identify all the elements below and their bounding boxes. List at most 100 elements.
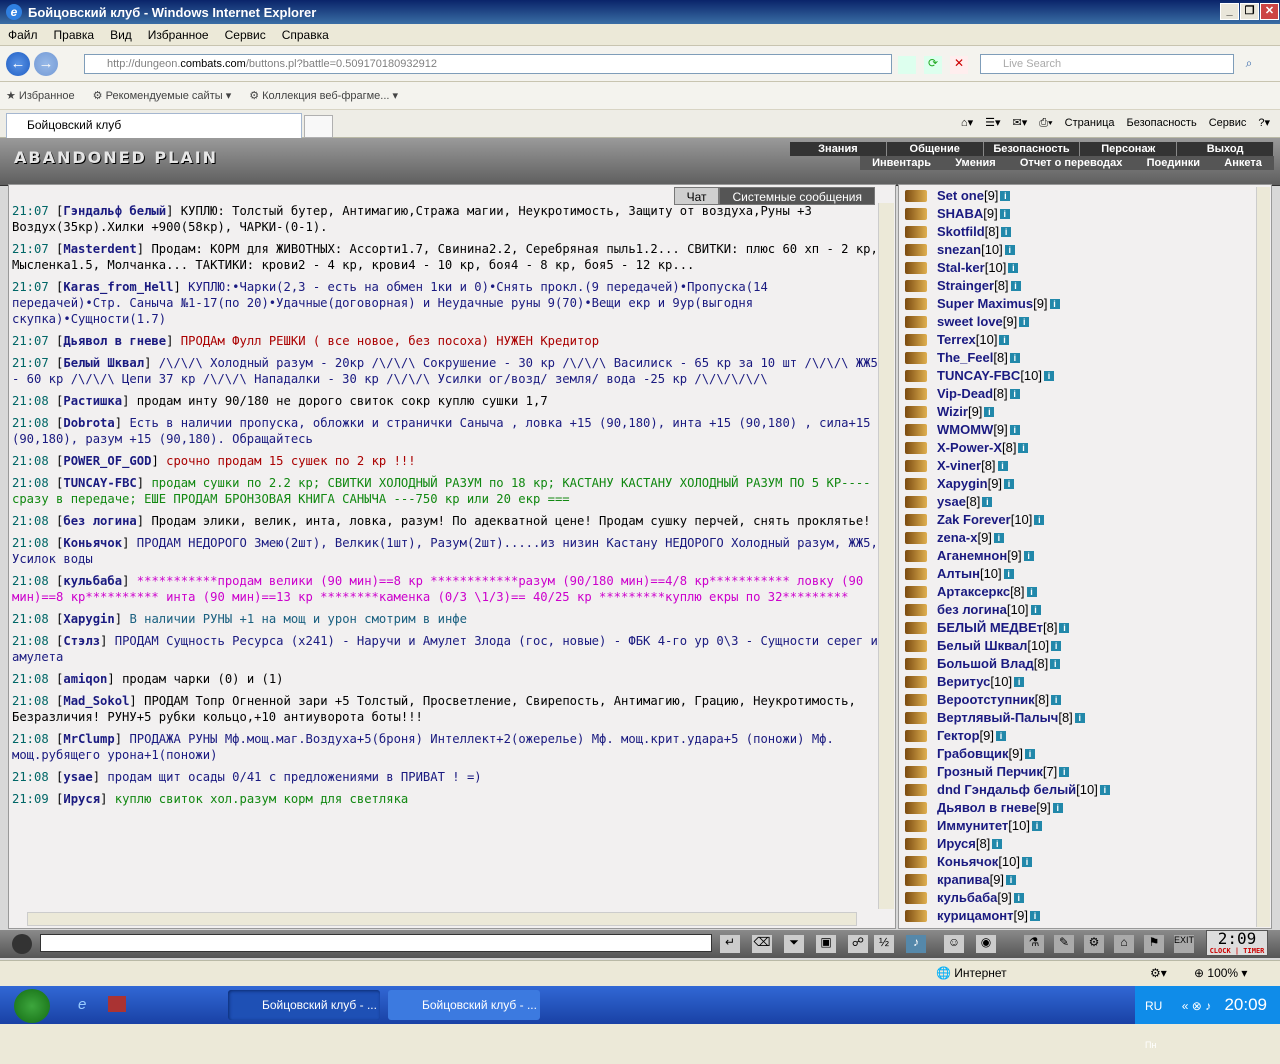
user-name[interactable]: snezan xyxy=(937,241,981,259)
chat-nick[interactable]: Белый Шквал xyxy=(63,356,144,370)
user-name[interactable]: Xapygin xyxy=(937,475,988,493)
user-name[interactable]: курицамонт xyxy=(937,907,1013,925)
info-icon[interactable]: i xyxy=(1009,389,1020,399)
user-row[interactable]: Иммунитет [10] i xyxy=(905,817,1255,835)
private-message-icon[interactable] xyxy=(905,388,927,400)
new-tab-button[interactable] xyxy=(304,115,333,138)
menu-help[interactable]: Справка xyxy=(282,28,329,42)
user-row[interactable]: WMOMW [9] i xyxy=(905,421,1255,439)
tool-5-icon[interactable]: ⚑ xyxy=(1144,935,1164,953)
info-icon[interactable]: i xyxy=(1049,299,1060,309)
filter-icon[interactable]: ⏷ xyxy=(784,935,804,953)
private-message-icon[interactable] xyxy=(905,316,927,328)
private-message-icon[interactable] xyxy=(905,190,927,202)
user-name[interactable]: SHABA xyxy=(937,205,983,223)
private-message-icon[interactable] xyxy=(905,478,927,490)
private-message-icon[interactable] xyxy=(905,676,927,688)
tool-2-icon[interactable]: ✎ xyxy=(1054,935,1074,953)
private-message-icon[interactable] xyxy=(905,712,927,724)
info-icon[interactable]: i xyxy=(1024,749,1035,759)
user-row[interactable]: snezan [10] i xyxy=(905,241,1255,259)
chat-nick[interactable]: без логина xyxy=(63,514,136,528)
user-row[interactable]: SHABA [9] i xyxy=(905,205,1255,223)
search-icon[interactable]: ⌕ xyxy=(1240,56,1258,74)
favorites-button[interactable]: ★ Избранное xyxy=(6,89,75,102)
user-name[interactable]: без логина xyxy=(937,601,1007,619)
save-icon[interactable]: ▣ xyxy=(816,935,836,953)
user-name[interactable]: Иммунитет xyxy=(937,817,1008,835)
menu-view[interactable]: Вид xyxy=(110,28,132,42)
menu-inventory[interactable]: Инвентарь xyxy=(872,156,931,170)
user-row[interactable]: zena-x [9] i xyxy=(905,529,1255,547)
user-name[interactable]: Алтын xyxy=(937,565,980,583)
info-icon[interactable]: i xyxy=(993,533,1004,543)
info-icon[interactable]: i xyxy=(1099,785,1110,795)
user-name[interactable]: Большой Влад xyxy=(937,655,1034,673)
private-message-icon[interactable] xyxy=(905,892,927,904)
user-name[interactable]: Грозный Перчик xyxy=(937,763,1043,781)
print-icon[interactable]: ⎙▾ xyxy=(1039,114,1052,132)
private-message-icon[interactable] xyxy=(905,748,927,760)
private-message-icon[interactable] xyxy=(905,208,927,220)
chat-nick[interactable]: TUNCAY-FBC xyxy=(63,476,136,490)
fraction-icon[interactable]: ½ xyxy=(874,935,894,953)
private-message-icon[interactable] xyxy=(905,658,927,670)
user-row[interactable]: Вероотступник [8] i xyxy=(905,691,1255,709)
private-message-icon[interactable] xyxy=(905,604,927,616)
info-icon[interactable]: i xyxy=(999,335,1010,345)
info-icon[interactable]: i xyxy=(1074,713,1085,723)
info-icon[interactable]: i xyxy=(1014,677,1025,687)
tool-3-icon[interactable]: ⚙ xyxy=(1084,935,1104,953)
menu-file[interactable]: Файл xyxy=(8,28,38,42)
info-icon[interactable]: i xyxy=(1004,479,1015,489)
private-message-icon[interactable] xyxy=(905,352,927,364)
user-name[interactable]: Skotfild xyxy=(937,223,985,241)
user-name[interactable]: Грабовщик xyxy=(937,745,1008,763)
user-row[interactable]: БЕЛЫЙ МЕДВЕт [8] i xyxy=(905,619,1255,637)
user-row[interactable]: Аганемнон [9] i xyxy=(905,547,1255,565)
home-icon[interactable]: ⌂▾ xyxy=(961,114,973,132)
chat-nick[interactable]: Karas_from_Hell xyxy=(63,280,173,294)
menu-favorites[interactable]: Избранное xyxy=(148,28,209,42)
user-name[interactable]: Дьявол в гневе xyxy=(937,799,1036,817)
send-icon[interactable]: ↵ xyxy=(720,935,740,953)
user-name[interactable]: Вероотступник xyxy=(937,691,1035,709)
private-message-icon[interactable] xyxy=(905,766,927,778)
info-icon[interactable]: i xyxy=(997,461,1008,471)
user-name[interactable]: Вертлявый-Палыч xyxy=(937,709,1058,727)
menu-skills[interactable]: Умения xyxy=(955,156,995,170)
chat-nick[interactable]: Дьявол в гневе xyxy=(63,334,166,348)
user-name[interactable]: Артаксеркс xyxy=(937,583,1010,601)
user-row[interactable]: Wizir [9] i xyxy=(905,403,1255,421)
info-icon[interactable]: i xyxy=(1059,767,1070,777)
language-indicator[interactable]: RU xyxy=(1145,999,1162,1013)
info-icon[interactable]: i xyxy=(1059,623,1070,633)
menu-character[interactable]: Персонаж xyxy=(1080,142,1178,156)
private-message-icon[interactable] xyxy=(905,514,927,526)
user-row[interactable]: The_Feel [8] i xyxy=(905,349,1255,367)
user-row[interactable]: Super Maximus [9] i xyxy=(905,295,1255,313)
user-row[interactable]: Коньячок [10] i xyxy=(905,853,1255,871)
chat-nick[interactable]: Masterdent xyxy=(63,242,136,256)
user-row[interactable]: без логина [10] i xyxy=(905,601,1255,619)
info-icon[interactable]: i xyxy=(1013,893,1024,903)
fighter-icon[interactable]: ☍ xyxy=(848,935,868,953)
user-name[interactable]: zena-x xyxy=(937,529,977,547)
info-icon[interactable]: i xyxy=(1018,443,1029,453)
minimize-button[interactable]: _ xyxy=(1220,3,1239,20)
user-name[interactable]: Коньячок xyxy=(937,853,998,871)
info-icon[interactable]: i xyxy=(1030,605,1041,615)
info-icon[interactable]: i xyxy=(1034,515,1045,525)
info-icon[interactable]: i xyxy=(1000,191,1011,201)
exit-icon[interactable]: EXIT xyxy=(1174,935,1194,953)
info-icon[interactable]: i xyxy=(1023,551,1034,561)
user-row[interactable]: Stal-ker [10] i xyxy=(905,259,1255,277)
tool-4-icon[interactable]: ⌂ xyxy=(1114,935,1134,953)
private-message-icon[interactable] xyxy=(905,856,927,868)
user-name[interactable]: БЕЛЫЙ МЕДВЕт xyxy=(937,619,1043,637)
user-row[interactable]: Веритус [10] i xyxy=(905,673,1255,691)
chat-nick[interactable]: MrClump xyxy=(63,732,114,746)
private-message-icon[interactable] xyxy=(905,496,927,508)
user-name[interactable]: Strainger xyxy=(937,277,994,295)
info-icon[interactable]: i xyxy=(1009,425,1020,435)
